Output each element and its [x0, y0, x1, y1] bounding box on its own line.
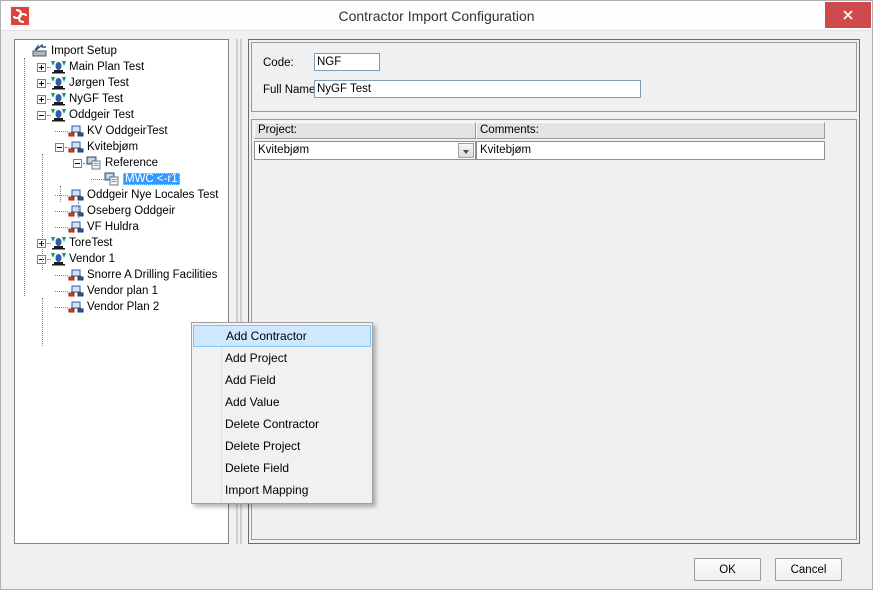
ok-button[interactable]: OK — [694, 558, 761, 581]
tree-item[interactable]: Jørgen Test — [15, 75, 129, 91]
tree-item-label: Vendor 1 — [69, 253, 116, 265]
comments-cell-value: Kvitebjøm — [480, 144, 532, 156]
tree-item-label: Vendor plan 1 — [87, 285, 158, 297]
tree-connector-line — [47, 83, 51, 85]
tree-item[interactable]: NyGF Test — [15, 91, 123, 107]
context-menu-item[interactable]: Add Contractor — [193, 325, 371, 347]
tree-item[interactable]: VF Huldra — [15, 219, 139, 235]
tree-connector-line — [55, 131, 68, 133]
tree-item-label: Kvitebjøm — [87, 141, 139, 153]
tree-item-label: MWC <-r1 — [123, 173, 180, 185]
tree-connector-line — [47, 67, 51, 69]
field-icon — [86, 156, 103, 170]
tree-item[interactable]: Vendor Plan 2 — [15, 299, 159, 315]
full-name-label: Full Name: — [263, 84, 319, 96]
context-menu-item[interactable]: Add Value — [192, 391, 372, 413]
tree-connector-line — [55, 291, 68, 293]
tree-item-label: Main Plan Test — [69, 61, 145, 73]
window-title: Contractor Import Configuration — [338, 8, 535, 24]
tree-item[interactable]: Vendor plan 1 — [15, 283, 158, 299]
contractor-details-group: Code: Full Name: — [251, 42, 857, 112]
cancel-button[interactable]: Cancel — [775, 558, 842, 581]
tree-item-label: VF Huldra — [87, 221, 139, 233]
contractor-icon — [50, 108, 67, 122]
tree-connector-line — [47, 115, 51, 117]
chevron-down-icon[interactable] — [458, 143, 474, 158]
context-menu-item[interactable]: Delete Field — [192, 457, 372, 479]
tree-connector-line — [83, 163, 87, 165]
context-menu-item[interactable]: Import Mapping — [192, 479, 372, 501]
column-header-comments[interactable]: Comments: — [476, 122, 825, 139]
tree-item-label: Oddgeir Test — [69, 109, 134, 121]
tree-connector-line — [55, 307, 68, 309]
project-icon — [68, 220, 85, 234]
tree-connector-line — [42, 154, 44, 270]
tree-item[interactable]: Snorre A Drilling Facilities — [15, 267, 217, 283]
contractor-icon — [50, 236, 67, 250]
tree-connector-line — [91, 179, 104, 181]
contractor-icon — [50, 76, 67, 90]
tree-item[interactable]: Oddgeir Nye Locales Test — [15, 187, 218, 203]
contractor-icon — [50, 60, 67, 74]
project-icon — [68, 188, 85, 202]
tree-item-label: KV OddgeirTest — [87, 125, 168, 137]
tree-item[interactable]: Oseberg Oddgeir — [15, 203, 175, 219]
tree-item-label: ToreTest — [69, 237, 113, 249]
tree-connector-line — [55, 227, 68, 229]
tree-context-menu[interactable]: Add Contractor Add Project Add Field Add Va… — [191, 322, 373, 504]
code-input[interactable] — [314, 53, 380, 71]
tree-item-label: Jørgen Test — [69, 77, 129, 89]
tree-connector-line — [47, 243, 51, 245]
context-menu-item[interactable]: Add Project — [192, 347, 372, 369]
tree-item[interactable]: Oddgeir Test — [15, 107, 134, 123]
tree-item-label: Vendor Plan 2 — [87, 301, 160, 313]
comments-cell[interactable]: Kvitebjøm — [476, 141, 825, 160]
tree-connector-line — [60, 186, 62, 202]
tree-connector-line — [55, 211, 68, 213]
tree-item-label: Snorre A Drilling Facilities — [87, 269, 218, 281]
tree-item[interactable]: Vendor 1 — [15, 251, 115, 267]
tree-item[interactable]: Import Setup — [15, 43, 117, 59]
field-icon — [104, 172, 121, 186]
tree-item-label: NyGF Test — [69, 93, 124, 105]
tree-item-label: Oseberg Oddgeir — [87, 205, 176, 217]
tree-item[interactable]: Kvitebjøm — [15, 139, 138, 155]
project-combobox[interactable]: Kvitebjøm — [254, 141, 476, 160]
context-menu-item[interactable]: Delete Contractor — [192, 413, 372, 435]
contractor-icon — [50, 252, 67, 266]
tree-connector-line — [65, 147, 69, 149]
project-icon — [68, 284, 85, 298]
contractor-import-configuration-window: Contractor Import Configuration Import S… — [0, 0, 873, 590]
tree-connector-line — [47, 259, 51, 261]
full-name-input[interactable] — [314, 80, 641, 98]
project-icon — [68, 300, 85, 314]
tree-item[interactable]: Main Plan Test — [15, 59, 144, 75]
import-setup-icon — [32, 43, 49, 58]
project-icon — [68, 204, 85, 218]
project-icon — [68, 268, 85, 282]
tree-connector-line — [55, 275, 68, 277]
tree-item-label: Reference — [105, 157, 159, 169]
code-label: Code: — [263, 57, 294, 69]
tree-connector-line — [55, 195, 68, 197]
tree-connector-line — [47, 99, 51, 101]
column-header-project[interactable]: Project: — [254, 122, 476, 139]
project-combobox-value: Kvitebjøm — [258, 144, 310, 156]
project-icon — [68, 140, 85, 154]
context-menu-item[interactable]: Delete Project — [192, 435, 372, 457]
tree-item-label: Oddgeir Nye Locales Test — [87, 189, 219, 201]
title-bar: Contractor Import Configuration — [1, 1, 872, 31]
contractor-icon — [50, 92, 67, 106]
tree-item[interactable]: ToreTest — [15, 235, 112, 251]
tree-item-label: Import Setup — [51, 45, 117, 57]
close-icon[interactable] — [825, 2, 871, 28]
tree-item[interactable]: KV OddgeirTest — [15, 123, 168, 139]
tree-connector-line — [24, 58, 26, 296]
project-icon — [68, 124, 85, 138]
tree-connector-line — [42, 298, 44, 346]
tree-connector-line — [78, 202, 80, 218]
context-menu-item[interactable]: Add Field — [192, 369, 372, 391]
